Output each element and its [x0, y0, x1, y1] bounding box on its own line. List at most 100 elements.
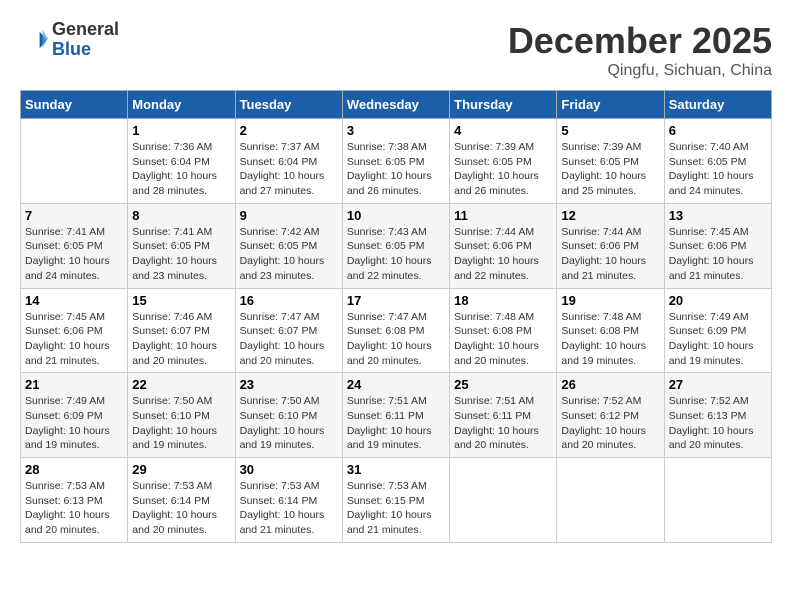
calendar-cell: 20Sunrise: 7:49 AM Sunset: 6:09 PM Dayli… [664, 288, 771, 373]
weekday-header: Saturday [664, 91, 771, 119]
day-number: 1 [132, 123, 230, 138]
day-info: Sunrise: 7:50 AM Sunset: 6:10 PM Dayligh… [240, 394, 338, 453]
calendar-cell: 3 Sunrise: 7:38 AM Sunset: 6:05 PM Daylig… [342, 119, 449, 204]
day-info: Sunrise: 7:53 AM Sunset: 6:13 PM Dayligh… [25, 479, 123, 538]
calendar-cell [664, 458, 771, 543]
calendar-header-row: SundayMondayTuesdayWednesdayThursdayFrid… [21, 91, 772, 119]
day-info: Sunrise: 7:51 AM Sunset: 6:11 PM Dayligh… [454, 394, 552, 453]
day-info: Sunrise: 7:36 AM Sunset: 6:04 PM Dayligh… [132, 140, 230, 199]
day-info: Sunrise: 7:44 AM Sunset: 6:06 PM Dayligh… [561, 225, 659, 284]
calendar-cell: 25 Sunrise: 7:51 AM Sunset: 6:11 PM Dayli… [450, 373, 557, 458]
logo: General Blue [20, 20, 119, 60]
day-number: 22 [132, 377, 230, 392]
day-info: Sunrise: 7:41 AM Sunset: 6:05 PM Dayligh… [25, 225, 123, 284]
day-info: Sunrise: 7:47 AM Sunset: 6:08 PM Dayligh… [347, 310, 445, 369]
calendar-cell: 30Sunrise: 7:53 AM Sunset: 6:14 PM Dayli… [235, 458, 342, 543]
day-info: Sunrise: 7:51 AM Sunset: 6:11 PM Dayligh… [347, 394, 445, 453]
calendar-cell: 11 Sunrise: 7:44 AM Sunset: 6:06 PM Dayli… [450, 203, 557, 288]
day-number: 24 [347, 377, 445, 392]
calendar-week-row: 1 Sunrise: 7:36 AM Sunset: 6:04 PM Daylig… [21, 119, 772, 204]
month-title: December 2025 [508, 20, 772, 62]
calendar: SundayMondayTuesdayWednesdayThursdayFrid… [20, 90, 772, 543]
day-number: 25 [454, 377, 552, 392]
day-number: 16 [240, 293, 338, 308]
calendar-cell: 22 Sunrise: 7:50 AM Sunset: 6:10 PM Dayli… [128, 373, 235, 458]
calendar-week-row: 14 Sunrise: 7:45 AM Sunset: 6:06 PM Dayli… [21, 288, 772, 373]
day-number: 10 [347, 208, 445, 223]
day-number: 29 [132, 462, 230, 477]
day-number: 12 [561, 208, 659, 223]
day-info: Sunrise: 7:37 AM Sunset: 6:04 PM Dayligh… [240, 140, 338, 199]
day-info: Sunrise: 7:52 AM Sunset: 6:13 PM Dayligh… [669, 394, 767, 453]
calendar-cell: 19 Sunrise: 7:48 AM Sunset: 6:08 PM Dayli… [557, 288, 664, 373]
day-info: Sunrise: 7:45 AM Sunset: 6:06 PM Dayligh… [25, 310, 123, 369]
day-number: 13 [669, 208, 767, 223]
calendar-cell: 26 Sunrise: 7:52 AM Sunset: 6:12 PM Dayli… [557, 373, 664, 458]
day-number: 7 [25, 208, 123, 223]
calendar-week-row: 21Sunrise: 7:49 AM Sunset: 6:09 PM Dayli… [21, 373, 772, 458]
calendar-cell [21, 119, 128, 204]
calendar-cell: 16Sunrise: 7:47 AM Sunset: 6:07 PM Dayli… [235, 288, 342, 373]
day-info: Sunrise: 7:41 AM Sunset: 6:05 PM Dayligh… [132, 225, 230, 284]
logo-icon [20, 26, 48, 54]
calendar-cell: 2 Sunrise: 7:37 AM Sunset: 6:04 PM Daylig… [235, 119, 342, 204]
calendar-week-row: 28 Sunrise: 7:53 AM Sunset: 6:13 PM Dayli… [21, 458, 772, 543]
logo-blue: Blue [52, 40, 119, 60]
weekday-header: Thursday [450, 91, 557, 119]
day-number: 6 [669, 123, 767, 138]
calendar-cell: 27 Sunrise: 7:52 AM Sunset: 6:13 PM Dayli… [664, 373, 771, 458]
day-number: 11 [454, 208, 552, 223]
day-info: Sunrise: 7:52 AM Sunset: 6:12 PM Dayligh… [561, 394, 659, 453]
calendar-cell: 7 Sunrise: 7:41 AM Sunset: 6:05 PM Daylig… [21, 203, 128, 288]
day-info: Sunrise: 7:39 AM Sunset: 6:05 PM Dayligh… [561, 140, 659, 199]
day-info: Sunrise: 7:53 AM Sunset: 6:14 PM Dayligh… [132, 479, 230, 538]
calendar-cell: 10 Sunrise: 7:43 AM Sunset: 6:05 PM Dayli… [342, 203, 449, 288]
day-number: 27 [669, 377, 767, 392]
day-info: Sunrise: 7:44 AM Sunset: 6:06 PM Dayligh… [454, 225, 552, 284]
day-number: 8 [132, 208, 230, 223]
calendar-cell: 28 Sunrise: 7:53 AM Sunset: 6:13 PM Dayli… [21, 458, 128, 543]
calendar-cell: 6 Sunrise: 7:40 AM Sunset: 6:05 PM Daylig… [664, 119, 771, 204]
calendar-cell: 18Sunrise: 7:48 AM Sunset: 6:08 PM Dayli… [450, 288, 557, 373]
calendar-cell: 23Sunrise: 7:50 AM Sunset: 6:10 PM Dayli… [235, 373, 342, 458]
day-number: 4 [454, 123, 552, 138]
day-number: 3 [347, 123, 445, 138]
day-info: Sunrise: 7:43 AM Sunset: 6:05 PM Dayligh… [347, 225, 445, 284]
weekday-header: Sunday [21, 91, 128, 119]
day-info: Sunrise: 7:45 AM Sunset: 6:06 PM Dayligh… [669, 225, 767, 284]
day-number: 31 [347, 462, 445, 477]
location: Qingfu, Sichuan, China [508, 62, 772, 80]
day-info: Sunrise: 7:40 AM Sunset: 6:05 PM Dayligh… [669, 140, 767, 199]
day-number: 2 [240, 123, 338, 138]
day-info: Sunrise: 7:39 AM Sunset: 6:05 PM Dayligh… [454, 140, 552, 199]
calendar-cell: 8 Sunrise: 7:41 AM Sunset: 6:05 PM Daylig… [128, 203, 235, 288]
day-number: 20 [669, 293, 767, 308]
day-info: Sunrise: 7:49 AM Sunset: 6:09 PM Dayligh… [25, 394, 123, 453]
day-number: 28 [25, 462, 123, 477]
calendar-cell: 15 Sunrise: 7:46 AM Sunset: 6:07 PM Dayli… [128, 288, 235, 373]
day-number: 26 [561, 377, 659, 392]
calendar-cell: 21Sunrise: 7:49 AM Sunset: 6:09 PM Dayli… [21, 373, 128, 458]
weekday-header: Monday [128, 91, 235, 119]
day-number: 14 [25, 293, 123, 308]
logo-general: General [52, 20, 119, 40]
calendar-cell: 9 Sunrise: 7:42 AM Sunset: 6:05 PM Daylig… [235, 203, 342, 288]
day-number: 19 [561, 293, 659, 308]
page-header: General Blue December 2025 Qingfu, Sichu… [20, 20, 772, 80]
calendar-cell: 1 Sunrise: 7:36 AM Sunset: 6:04 PM Daylig… [128, 119, 235, 204]
calendar-cell: 14 Sunrise: 7:45 AM Sunset: 6:06 PM Dayli… [21, 288, 128, 373]
calendar-cell: 13 Sunrise: 7:45 AM Sunset: 6:06 PM Dayli… [664, 203, 771, 288]
logo-text: General Blue [52, 20, 119, 60]
day-info: Sunrise: 7:42 AM Sunset: 6:05 PM Dayligh… [240, 225, 338, 284]
day-info: Sunrise: 7:50 AM Sunset: 6:10 PM Dayligh… [132, 394, 230, 453]
day-number: 15 [132, 293, 230, 308]
day-number: 30 [240, 462, 338, 477]
day-info: Sunrise: 7:46 AM Sunset: 6:07 PM Dayligh… [132, 310, 230, 369]
weekday-header: Tuesday [235, 91, 342, 119]
calendar-week-row: 7 Sunrise: 7:41 AM Sunset: 6:05 PM Daylig… [21, 203, 772, 288]
calendar-cell: 4 Sunrise: 7:39 AM Sunset: 6:05 PM Daylig… [450, 119, 557, 204]
day-info: Sunrise: 7:48 AM Sunset: 6:08 PM Dayligh… [561, 310, 659, 369]
day-info: Sunrise: 7:38 AM Sunset: 6:05 PM Dayligh… [347, 140, 445, 199]
calendar-cell [450, 458, 557, 543]
day-number: 9 [240, 208, 338, 223]
